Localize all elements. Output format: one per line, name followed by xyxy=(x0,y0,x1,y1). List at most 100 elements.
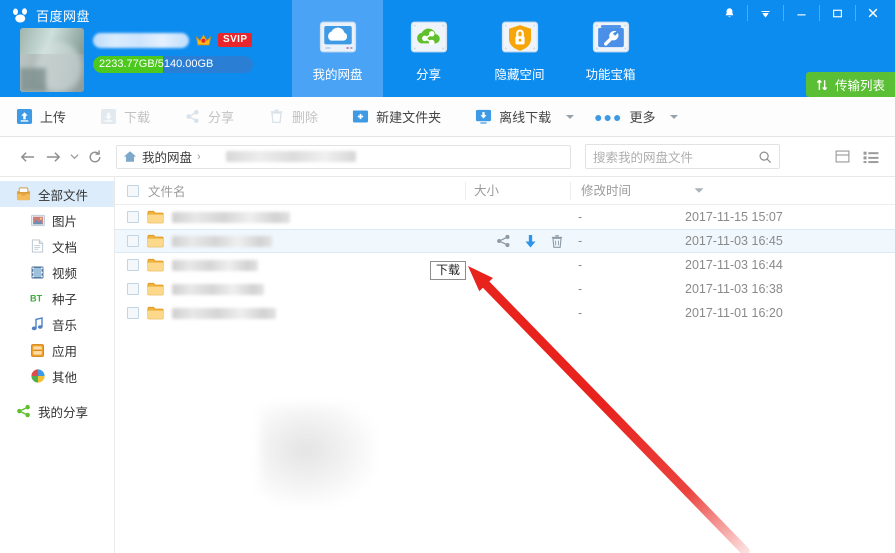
download-button[interactable]: 下载 xyxy=(100,97,150,137)
nav-item-my-netdisk[interactable]: 我的网盘 xyxy=(292,0,383,97)
share-icon xyxy=(186,109,199,124)
sidebar-item-other[interactable]: 其他 xyxy=(0,363,114,389)
row-action-group xyxy=(465,234,570,249)
history-dropdown-button[interactable] xyxy=(66,144,82,170)
folder-icon xyxy=(147,234,164,248)
chevron-down-icon[interactable] xyxy=(694,187,704,194)
back-button[interactable] xyxy=(14,144,40,170)
transfer-list-button[interactable]: 传输列表 xyxy=(805,72,895,97)
file-list: 文件名 大小 修改时间 - 2017-11-15 15:07 - 2017-11-03… xyxy=(115,177,895,553)
avatar[interactable] xyxy=(20,28,84,92)
file-name-redacted xyxy=(172,211,290,223)
maximize-button[interactable] xyxy=(819,0,855,26)
table-row[interactable]: - 2017-11-01 16:20 xyxy=(115,301,895,325)
file-list-header: 文件名 大小 修改时间 xyxy=(115,177,895,205)
row-checkbox[interactable] xyxy=(127,235,139,247)
sidebar-item-images[interactable]: 图片 xyxy=(0,207,114,233)
view-mode-group xyxy=(835,149,885,164)
table-row[interactable]: - 2017-11-03 16:44 xyxy=(115,253,895,277)
svg-text:BT: BT xyxy=(30,293,43,303)
file-name-cell[interactable] xyxy=(115,210,465,224)
offline-download-button[interactable]: 离线下载 xyxy=(475,97,575,137)
storage-quota-bar[interactable]: 2233.77GB/5140.00GB xyxy=(93,56,253,73)
column-time-label: 修改时间 xyxy=(581,183,632,198)
file-name-cell[interactable] xyxy=(115,258,465,272)
row-checkbox[interactable] xyxy=(127,211,139,223)
user-name-row: SVIP xyxy=(93,30,253,50)
nav-item-toolbox[interactable]: 功能宝箱 xyxy=(565,0,656,97)
sidebar-item-apps[interactable]: 应用 xyxy=(0,337,114,363)
sidebar-item-label: 全部文件 xyxy=(38,188,89,203)
sidebar-item-label: 文档 xyxy=(52,240,78,255)
upload-button[interactable]: 上传 xyxy=(16,97,66,137)
delete-button[interactable]: 删除 xyxy=(268,97,318,137)
search-placeholder: 搜索我的网盘文件 xyxy=(593,151,694,165)
file-rows-container: - 2017-11-15 15:07 - 2017-11-03 16:45 - 2017-… xyxy=(115,205,895,325)
sidebar-item-label: 音乐 xyxy=(52,318,78,333)
forward-button[interactable] xyxy=(40,144,66,170)
toolbar-label: 分享 xyxy=(208,110,235,125)
share-icon[interactable] xyxy=(496,234,511,248)
nav-label: 功能宝箱 xyxy=(585,67,636,82)
sidebar-item-bt-seeds[interactable]: BT 种子 xyxy=(0,285,114,311)
column-time[interactable]: 修改时间 xyxy=(570,181,720,200)
list-view-icon[interactable] xyxy=(863,150,879,164)
file-name-cell[interactable] xyxy=(115,306,465,320)
table-row[interactable]: - 2017-11-15 15:07 xyxy=(115,205,895,229)
toolbar-label: 删除 xyxy=(292,110,319,125)
toolbar-label: 上传 xyxy=(40,110,67,125)
row-checkbox[interactable] xyxy=(127,283,139,295)
user-info[interactable]: SVIP 2233.77GB/5140.00GB xyxy=(20,28,253,92)
forward-arrow-icon xyxy=(46,151,60,162)
sidebar-item-videos[interactable]: 视频 xyxy=(0,259,114,285)
new-folder-button[interactable]: 新建文件夹 xyxy=(352,97,441,137)
refresh-icon xyxy=(89,149,101,162)
file-time-cell: 2017-11-01 16:20 xyxy=(685,306,783,320)
search-input[interactable]: 搜索我的网盘文件 xyxy=(585,144,780,169)
refresh-button[interactable] xyxy=(82,144,108,170)
sidebar-item-all-files[interactable]: 全部文件 xyxy=(0,181,114,207)
breadcrumb[interactable]: 我的网盘 › xyxy=(116,144,571,169)
folder-icon xyxy=(147,282,164,296)
chevron-down-icon[interactable] xyxy=(566,114,575,119)
breadcrumb-current-redacted[interactable] xyxy=(225,151,356,162)
column-name-label[interactable]: 文件名 xyxy=(148,181,186,200)
wrench-toolbox-icon xyxy=(592,21,629,52)
window-controls xyxy=(711,0,891,26)
select-all-checkbox[interactable] xyxy=(127,184,139,197)
file-name-redacted xyxy=(172,235,272,247)
close-button[interactable] xyxy=(855,0,891,26)
sidebar-item-documents[interactable]: 文档 xyxy=(0,233,114,259)
other-icon xyxy=(30,369,45,384)
offline-download-icon xyxy=(476,109,492,124)
column-size[interactable]: 大小 xyxy=(465,181,570,200)
upload-icon xyxy=(16,108,33,125)
file-name-cell[interactable] xyxy=(115,234,465,248)
share-button[interactable]: 分享 xyxy=(184,97,234,137)
notification-bell-icon xyxy=(725,7,733,17)
table-row[interactable]: - 2017-11-03 16:38 xyxy=(115,277,895,301)
file-name-cell[interactable] xyxy=(115,282,465,296)
notification-bell-button[interactable] xyxy=(711,0,747,26)
chevron-down-icon[interactable] xyxy=(670,114,679,119)
more-button[interactable]: ●●● 更多 xyxy=(594,97,679,137)
download-icon[interactable] xyxy=(524,234,537,249)
sidebar-item-music[interactable]: 音乐 xyxy=(0,311,114,337)
toolbar-label: 下载 xyxy=(124,110,151,125)
nav-item-share[interactable]: 分享 xyxy=(383,0,474,97)
menu-dropdown-button[interactable] xyxy=(747,0,783,26)
row-checkbox[interactable] xyxy=(127,307,139,319)
minimize-button[interactable] xyxy=(783,0,819,26)
breadcrumb-separator: › xyxy=(197,150,201,163)
minimize-icon xyxy=(796,13,806,15)
app-title: 百度网盘 xyxy=(36,9,91,24)
row-checkbox[interactable] xyxy=(127,259,139,271)
nav-item-hidden-space[interactable]: 隐藏空间 xyxy=(474,0,565,97)
table-row[interactable]: - 2017-11-03 16:45 xyxy=(115,229,895,253)
search-icon[interactable] xyxy=(758,150,772,164)
breadcrumb-root[interactable]: 我的网盘 xyxy=(142,147,192,166)
path-bar: 我的网盘 › 搜索我的网盘文件 xyxy=(0,137,895,177)
sidebar-item-my-shares[interactable]: 我的分享 xyxy=(0,398,114,424)
preview-pane-icon[interactable] xyxy=(835,149,850,164)
delete-icon[interactable] xyxy=(550,234,564,249)
